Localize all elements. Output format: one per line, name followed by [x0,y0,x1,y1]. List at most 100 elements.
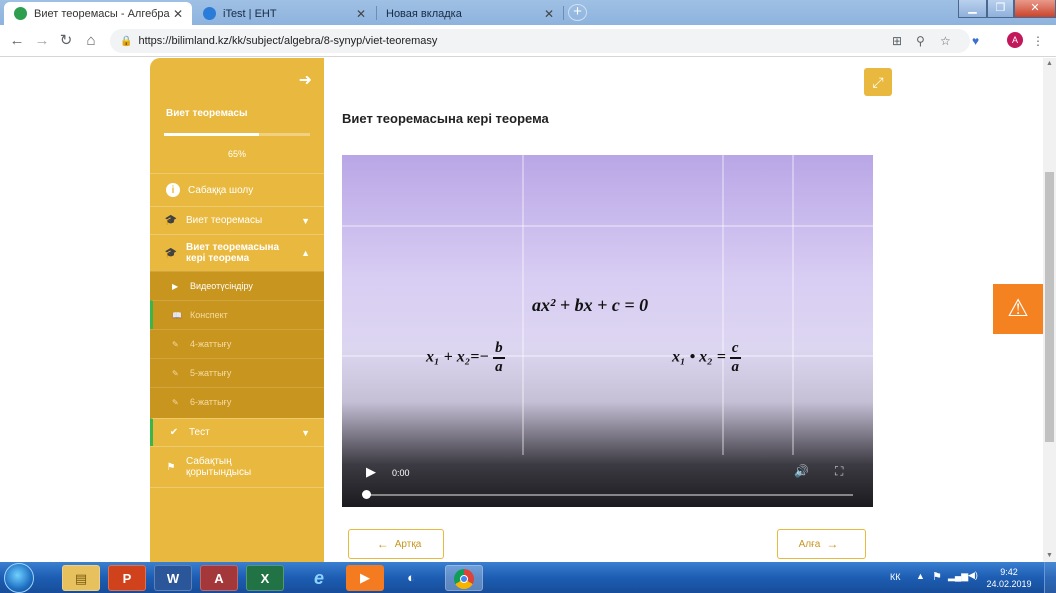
chrome-icon[interactable] [445,565,483,591]
fraction-denominator: a [495,359,503,375]
book-icon: 📖 [172,310,182,320]
fraction-numerator: c [729,340,741,359]
tab-new[interactable]: Новая вкладка ✕ [378,2,563,25]
sidebar-subitem-exercise-6[interactable]: ✎ 6-жаттығу [150,387,324,416]
background-line [522,155,524,455]
access-icon[interactable]: A [200,565,238,591]
progress-percent: 65% [227,149,246,159]
tab-viet-teoremasy[interactable]: Виет теоремасы - Алгебра, оқу ✕ [4,2,192,25]
clock-time: 9:42 [1000,567,1018,577]
window-close-button[interactable]: ✕ [1014,0,1056,18]
graduation-cap-icon: 🎓 [164,215,178,226]
windows-taskbar: ▤ P W A X e ▶ ◐ КК ▲ ⚑ ▂▄▆ ◀) 9:42 24.02… [0,562,1056,593]
close-tab-icon[interactable]: ✕ [353,7,369,21]
sidebar-item-summary[interactable]: ⚑ Сабақтың қорытындысы [150,446,324,488]
report-warning-icon[interactable]: ⚠ [993,284,1043,334]
tab-itest[interactable]: iTest | ЕНТ ✕ [193,2,375,25]
sidebar-item-label: Сабақтың қорытындысы [186,456,252,478]
video-seek-handle[interactable] [362,490,371,499]
sidebar-item-label: Сабаққа шолу [188,184,254,196]
sidebar-item-converse-theorem[interactable]: 🎓 Виет теоремасына кері теорема ▲ [150,234,324,271]
sidebar-item-overview[interactable]: i Сабаққа шолу [150,173,324,206]
sidebar-subitems: ▶ Видеотүсіндіру 📖 Конспект ✎ 4-жаттығу … [150,271,324,418]
maximize-button[interactable]: ❐ [987,0,1014,18]
chevron-up-icon: ▲ [301,248,310,258]
minimize-button[interactable]: ▁ [958,0,987,18]
edit-icon: ✎ [172,368,179,378]
lock-icon: 🔒 [120,36,133,47]
reload-icon[interactable]: ↻ [57,32,75,50]
forward-arrow-icon[interactable]: → [33,32,51,50]
tab-title: iTest | ЕНТ [223,7,277,20]
tab-divider [563,6,564,20]
fullscreen-icon[interactable]: ⛶ [835,464,843,479]
fullscreen-expand-icon[interactable]: ⤢ [864,68,892,96]
bookmark-star-icon[interactable]: ☆ [940,33,951,49]
flag-tray-icon[interactable]: ⚑ [932,570,942,583]
onenote-icon[interactable]: ◐ [392,565,430,591]
tab-title: Новая вкладка [386,7,462,20]
volume-icon[interactable]: 🔊 [794,464,809,478]
address-bar[interactable]: 🔒 https://bilimland.kz/kk/subject/algebra… [110,29,970,53]
clock-date: 24.02.2019 [986,579,1032,589]
translate-icon[interactable]: ⊞ [892,33,902,49]
powerpoint-icon[interactable]: P [108,565,146,591]
course-title: Виет теоремасы [166,108,248,119]
tab-title: Виет теоремасы - Алгебра, оқу [34,7,170,20]
play-icon: ▶ [172,281,179,291]
media-player-icon[interactable]: ▶ [346,565,384,591]
sidebar-subitem-label: Видеотүсіндіру [190,281,253,291]
video-controls: ▶ 0:00 🔊 ⛶ [342,455,873,507]
arrow-left-icon: ← [376,537,389,551]
sidebar-subitem-exercise-4[interactable]: ✎ 4-жаттығу [150,329,324,358]
extension-icon[interactable]: ♥ [972,33,979,49]
flag-icon: ⚑ [166,461,176,473]
next-button-label: Алға [798,538,821,550]
network-icon[interactable]: ▂▄▆ [948,571,968,582]
volume-icon[interactable]: ◀) [968,570,978,581]
vieta-product-formula: x₁ • x₂ = ca [672,340,741,376]
show-desktop-button[interactable] [1044,562,1056,593]
video-player[interactable]: ax² + bx + c = 0 x₁ + x₂=− ba x₁ • x₂ = … [342,155,873,507]
sidebar-subitem-exercise-5[interactable]: ✎ 5-жаттығу [150,358,324,387]
back-arrow-icon[interactable]: ➜ [299,70,312,90]
product-lhs: x₁ • x₂ = [672,348,726,366]
excel-icon[interactable]: X [246,565,284,591]
close-tab-icon[interactable]: ✕ [170,7,186,21]
tray-expand-icon[interactable]: ▲ [916,571,925,581]
sidebar-subitem-video[interactable]: ▶ Видеотүсіндіру [150,271,324,300]
video-time: 0:00 [392,468,410,478]
scroll-down-icon[interactable]: ▼ [1043,550,1056,562]
bilimland-favicon-icon [14,7,27,20]
sidebar-item-label: Виет теоремасы [186,215,263,226]
new-tab-button[interactable]: + [568,4,587,21]
sidebar-item-label: Тест [189,427,210,438]
play-icon[interactable]: ▶ [366,464,376,480]
sidebar-item-viet-theorem[interactable]: 🎓 Виет теоремасы ▼ [150,206,324,234]
internet-explorer-icon[interactable]: e [300,565,338,591]
progress-bar [164,133,310,136]
video-seek-bar[interactable] [364,494,853,496]
explorer-icon[interactable]: ▤ [62,565,100,591]
language-indicator[interactable]: КК [890,572,901,582]
sum-lhs: x₁ + x₂=− [426,348,490,366]
scrollbar-thumb[interactable] [1045,172,1054,442]
close-tab-icon[interactable]: ✕ [541,7,557,21]
back-arrow-icon[interactable]: ← [8,32,26,50]
profile-avatar[interactable]: A [1007,32,1023,48]
home-icon[interactable]: ⌂ [82,32,100,50]
menu-dots-icon[interactable]: ⋮ [1032,33,1044,49]
next-button[interactable]: Алға → [777,529,866,559]
system-clock[interactable]: 9:42 24.02.2019 [985,566,1033,590]
scroll-up-icon[interactable]: ▲ [1043,58,1056,70]
sidebar-subitem-conspect[interactable]: 📖 Конспект [150,300,324,329]
prev-button[interactable]: ← Артқа [348,529,444,559]
url-text: https://bilimland.kz/kk/subject/algebra/… [138,35,438,47]
chevron-down-icon: ▼ [301,215,310,226]
sidebar-subitem-label: Конспект [190,310,228,320]
sidebar-item-test[interactable]: ✔ Тест ▼ [150,418,324,446]
zoom-icon[interactable]: ⚲ [916,33,925,49]
sidebar-item-label: Виет теоремасына кері теорема [186,242,280,264]
word-icon[interactable]: W [154,565,192,591]
windows-start-icon[interactable] [4,563,34,593]
